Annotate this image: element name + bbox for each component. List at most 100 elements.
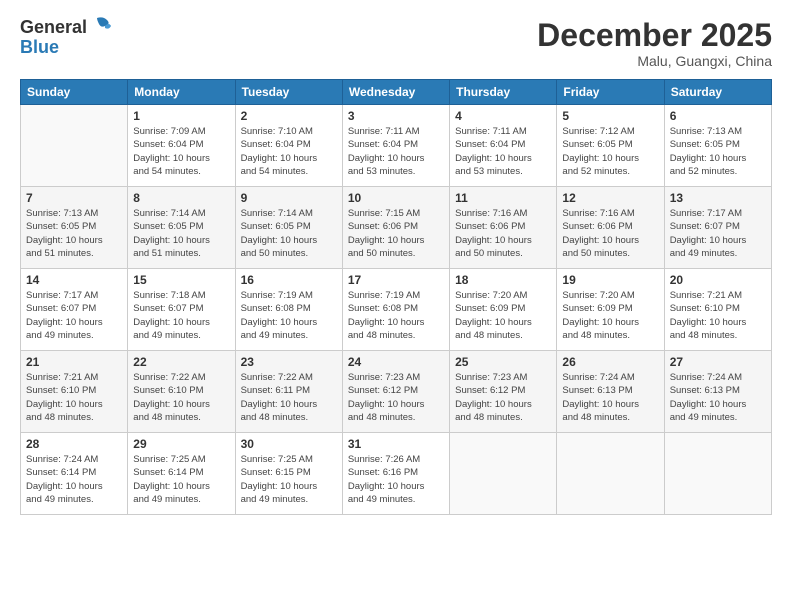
day-number: 25 <box>455 355 551 369</box>
day-info: Sunrise: 7:20 AMSunset: 6:09 PMDaylight:… <box>455 289 551 342</box>
table-row: 23 Sunrise: 7:22 AMSunset: 6:11 PMDayligh… <box>235 351 342 433</box>
table-row: 16 Sunrise: 7:19 AMSunset: 6:08 PMDayligh… <box>235 269 342 351</box>
day-number: 26 <box>562 355 658 369</box>
col-tuesday: Tuesday <box>235 80 342 105</box>
col-thursday: Thursday <box>450 80 557 105</box>
table-row: 14Sunrise: 7:17 AMSunset: 6:07 PMDayligh… <box>21 269 128 351</box>
day-info: Sunrise: 7:11 AMSunset: 6:04 PMDaylight:… <box>455 125 551 178</box>
table-row: 29 Sunrise: 7:25 AMSunset: 6:14 PMDayligh… <box>128 433 235 515</box>
day-info: Sunrise: 7:25 AMSunset: 6:14 PMDaylight:… <box>133 453 229 506</box>
table-row: 20 Sunrise: 7:21 AMSunset: 6:10 PMDayligh… <box>664 269 771 351</box>
day-info: Sunrise: 7:24 AMSunset: 6:13 PMDaylight:… <box>562 371 658 424</box>
table-row: 19 Sunrise: 7:20 AMSunset: 6:09 PMDayligh… <box>557 269 664 351</box>
day-info: Sunrise: 7:17 AMSunset: 6:07 PMDaylight:… <box>670 207 766 260</box>
table-row <box>557 433 664 515</box>
table-row: 25 Sunrise: 7:23 AMSunset: 6:12 PMDayligh… <box>450 351 557 433</box>
table-row: 21 Sunrise: 7:21 AMSunset: 6:10 PMDayligh… <box>21 351 128 433</box>
day-number: 21 <box>26 355 122 369</box>
day-number: 23 <box>241 355 337 369</box>
day-info: Sunrise: 7:11 AMSunset: 6:04 PMDaylight:… <box>348 125 444 178</box>
table-row: 18 Sunrise: 7:20 AMSunset: 6:09 PMDayligh… <box>450 269 557 351</box>
col-wednesday: Wednesday <box>342 80 449 105</box>
col-friday: Friday <box>557 80 664 105</box>
day-number: 22 <box>133 355 229 369</box>
day-number: 11 <box>455 191 551 205</box>
day-info: Sunrise: 7:18 AMSunset: 6:07 PMDaylight:… <box>133 289 229 342</box>
day-number: 8 <box>133 191 229 205</box>
day-number: 4 <box>455 109 551 123</box>
logo-blue: Blue <box>20 37 59 57</box>
col-sunday: Sunday <box>21 80 128 105</box>
day-number: 19 <box>562 273 658 287</box>
table-row: 31 Sunrise: 7:26 AMSunset: 6:16 PMDayligh… <box>342 433 449 515</box>
day-info: Sunrise: 7:09 AMSunset: 6:04 PMDaylight:… <box>133 125 229 178</box>
day-number: 7 <box>26 191 122 205</box>
day-number: 5 <box>562 109 658 123</box>
table-row: 2Sunrise: 7:10 AMSunset: 6:04 PMDaylight… <box>235 105 342 187</box>
calendar-week-row: 28 Sunrise: 7:24 AMSunset: 6:14 PMDayligh… <box>21 433 772 515</box>
table-row: 10 Sunrise: 7:15 AMSunset: 6:06 PMDayligh… <box>342 187 449 269</box>
day-number: 18 <box>455 273 551 287</box>
table-row: 12Sunrise: 7:16 AMSunset: 6:06 PMDayligh… <box>557 187 664 269</box>
calendar-header-row: Sunday Monday Tuesday Wednesday Thursday… <box>21 80 772 105</box>
day-info: Sunrise: 7:13 AMSunset: 6:05 PMDaylight:… <box>670 125 766 178</box>
day-number: 3 <box>348 109 444 123</box>
day-number: 16 <box>241 273 337 287</box>
day-number: 2 <box>241 109 337 123</box>
table-row: 8 Sunrise: 7:14 AMSunset: 6:05 PMDaylight… <box>128 187 235 269</box>
day-info: Sunrise: 7:19 AMSunset: 6:08 PMDaylight:… <box>348 289 444 342</box>
day-info: Sunrise: 7:12 AMSunset: 6:05 PMDaylight:… <box>562 125 658 178</box>
col-saturday: Saturday <box>664 80 771 105</box>
day-info: Sunrise: 7:14 AMSunset: 6:05 PMDaylight:… <box>133 207 229 260</box>
table-row: 22 Sunrise: 7:22 AMSunset: 6:10 PMDayligh… <box>128 351 235 433</box>
table-row: 30Sunrise: 7:25 AMSunset: 6:15 PMDayligh… <box>235 433 342 515</box>
table-row: 28 Sunrise: 7:24 AMSunset: 6:14 PMDayligh… <box>21 433 128 515</box>
day-number: 15 <box>133 273 229 287</box>
day-info: Sunrise: 7:17 AMSunset: 6:07 PMDaylight:… <box>26 289 122 342</box>
day-info: Sunrise: 7:23 AMSunset: 6:12 PMDaylight:… <box>455 371 551 424</box>
month-year-title: December 2025 <box>537 18 772 53</box>
day-number: 9 <box>241 191 337 205</box>
day-info: Sunrise: 7:24 AMSunset: 6:13 PMDaylight:… <box>670 371 766 424</box>
table-row: 6 Sunrise: 7:13 AMSunset: 6:05 PMDaylight… <box>664 105 771 187</box>
day-number: 20 <box>670 273 766 287</box>
table-row: 4 Sunrise: 7:11 AMSunset: 6:04 PMDaylight… <box>450 105 557 187</box>
day-number: 12 <box>562 191 658 205</box>
table-row: 1Sunrise: 7:09 AMSunset: 6:04 PMDaylight… <box>128 105 235 187</box>
day-info: Sunrise: 7:26 AMSunset: 6:16 PMDaylight:… <box>348 453 444 506</box>
day-info: Sunrise: 7:23 AMSunset: 6:12 PMDaylight:… <box>348 371 444 424</box>
day-number: 29 <box>133 437 229 451</box>
table-row: 15 Sunrise: 7:18 AMSunset: 6:07 PMDayligh… <box>128 269 235 351</box>
day-info: Sunrise: 7:15 AMSunset: 6:06 PMDaylight:… <box>348 207 444 260</box>
day-info: Sunrise: 7:21 AMSunset: 6:10 PMDaylight:… <box>26 371 122 424</box>
calendar-week-row: 14Sunrise: 7:17 AMSunset: 6:07 PMDayligh… <box>21 269 772 351</box>
table-row: 17Sunrise: 7:19 AMSunset: 6:08 PMDayligh… <box>342 269 449 351</box>
logo: General Blue <box>20 18 111 58</box>
calendar-week-row: 21 Sunrise: 7:21 AMSunset: 6:10 PMDayligh… <box>21 351 772 433</box>
day-info: Sunrise: 7:24 AMSunset: 6:14 PMDaylight:… <box>26 453 122 506</box>
table-row: 7Sunrise: 7:13 AMSunset: 6:05 PMDaylight… <box>21 187 128 269</box>
table-row: 26 Sunrise: 7:24 AMSunset: 6:13 PMDayligh… <box>557 351 664 433</box>
day-number: 31 <box>348 437 444 451</box>
day-info: Sunrise: 7:22 AMSunset: 6:10 PMDaylight:… <box>133 371 229 424</box>
table-row <box>450 433 557 515</box>
day-info: Sunrise: 7:19 AMSunset: 6:08 PMDaylight:… <box>241 289 337 342</box>
day-number: 10 <box>348 191 444 205</box>
day-info: Sunrise: 7:20 AMSunset: 6:09 PMDaylight:… <box>562 289 658 342</box>
day-info: Sunrise: 7:21 AMSunset: 6:10 PMDaylight:… <box>670 289 766 342</box>
table-row: 13Sunrise: 7:17 AMSunset: 6:07 PMDayligh… <box>664 187 771 269</box>
day-number: 6 <box>670 109 766 123</box>
location-subtitle: Malu, Guangxi, China <box>537 53 772 69</box>
title-block: December 2025 Malu, Guangxi, China <box>537 18 772 69</box>
table-row: 3 Sunrise: 7:11 AMSunset: 6:04 PMDaylight… <box>342 105 449 187</box>
table-row: 9 Sunrise: 7:14 AMSunset: 6:05 PMDaylight… <box>235 187 342 269</box>
day-info: Sunrise: 7:14 AMSunset: 6:05 PMDaylight:… <box>241 207 337 260</box>
col-monday: Monday <box>128 80 235 105</box>
day-number: 28 <box>26 437 122 451</box>
header: General Blue December 2025 Malu, Guangxi… <box>20 18 772 69</box>
day-info: Sunrise: 7:22 AMSunset: 6:11 PMDaylight:… <box>241 371 337 424</box>
day-number: 30 <box>241 437 337 451</box>
table-row: 11Sunrise: 7:16 AMSunset: 6:06 PMDayligh… <box>450 187 557 269</box>
logo-bird-icon <box>89 16 111 36</box>
table-row: 27Sunrise: 7:24 AMSunset: 6:13 PMDayligh… <box>664 351 771 433</box>
